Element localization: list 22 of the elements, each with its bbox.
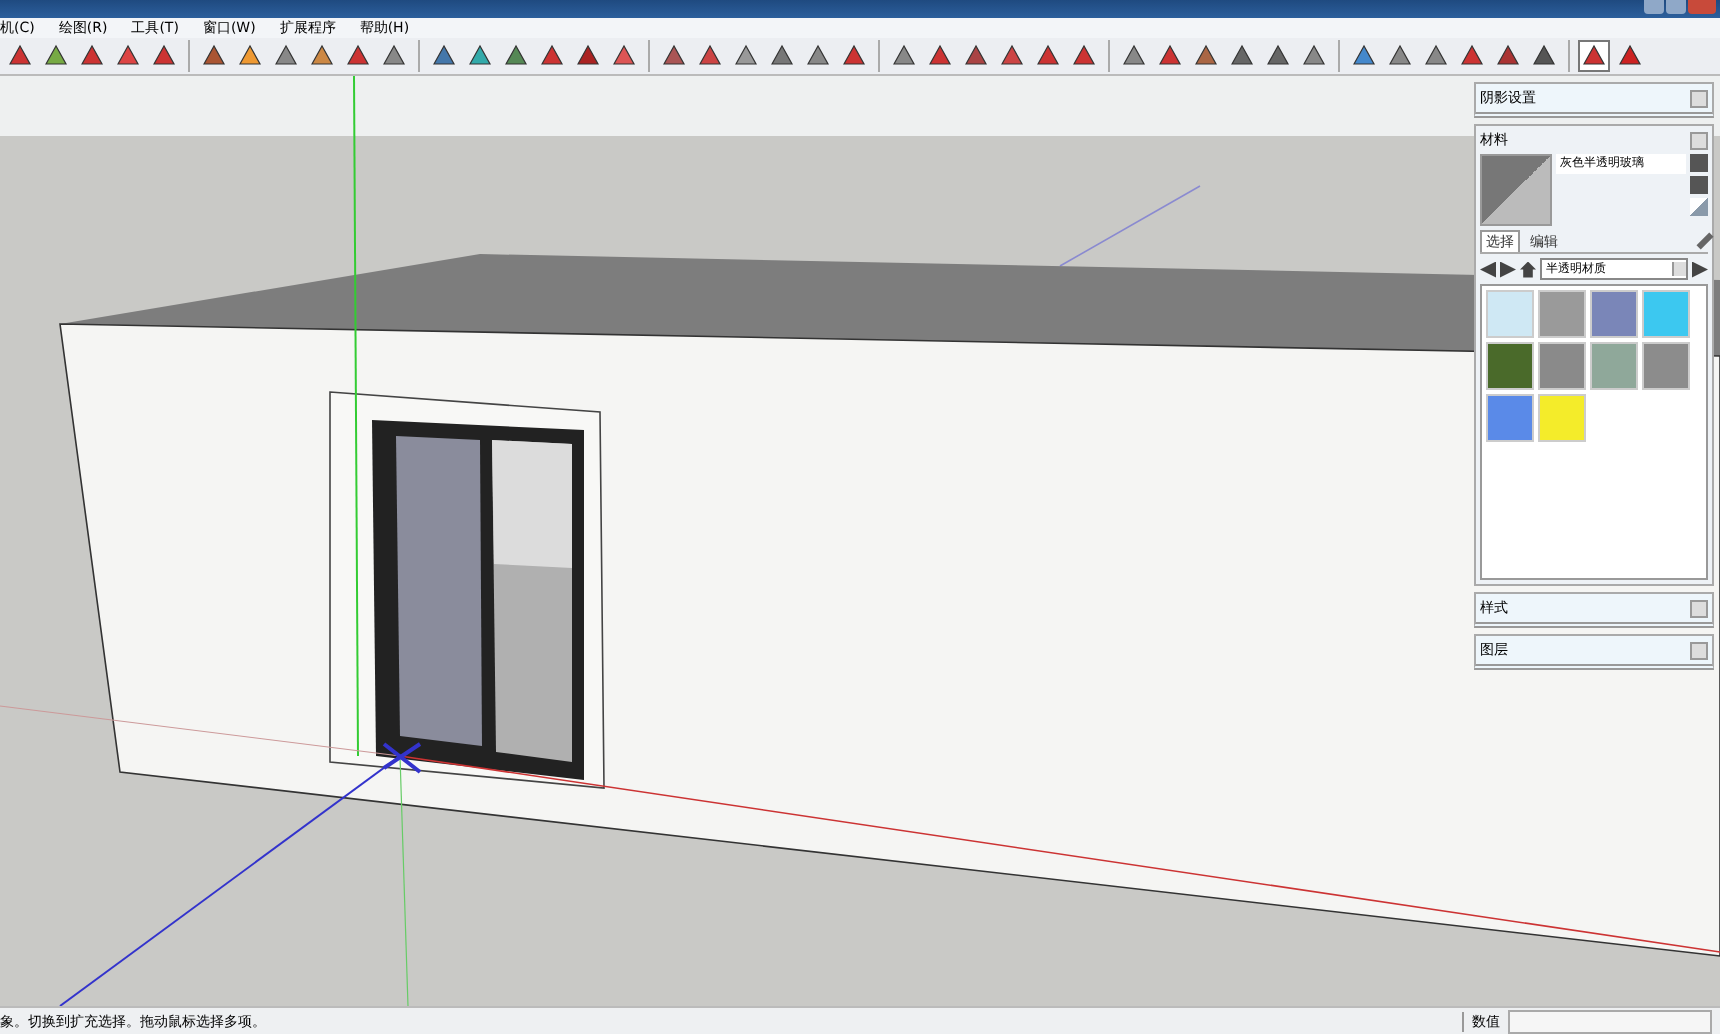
material-swatch[interactable] <box>1486 290 1534 339</box>
material-swatch[interactable] <box>1538 394 1586 443</box>
collapse-icon[interactable] <box>1690 599 1708 618</box>
collapse-icon[interactable] <box>1690 641 1708 660</box>
tool-icon[interactable] <box>1578 40 1610 73</box>
material-swatch[interactable] <box>1486 342 1534 391</box>
forward-icon[interactable] <box>1500 261 1516 278</box>
material-swatch[interactable] <box>1642 342 1690 391</box>
eyedropper-icon[interactable] <box>1696 233 1714 251</box>
back-icon[interactable] <box>1480 261 1496 278</box>
home-icon[interactable] <box>1520 261 1536 278</box>
collapse-icon[interactable] <box>1690 89 1708 108</box>
material-swatch[interactable] <box>1590 290 1638 339</box>
material-swatch[interactable] <box>1538 342 1586 391</box>
material-preview <box>1480 154 1552 227</box>
material-swatch[interactable] <box>1590 342 1638 391</box>
material-swatch[interactable] <box>1642 290 1690 339</box>
material-swatch[interactable] <box>1538 290 1586 339</box>
material-swatch[interactable] <box>1486 394 1534 443</box>
guide-line <box>1059 185 1201 268</box>
swatch-icon[interactable] <box>1690 198 1708 217</box>
value-field[interactable] <box>1508 1009 1712 1034</box>
